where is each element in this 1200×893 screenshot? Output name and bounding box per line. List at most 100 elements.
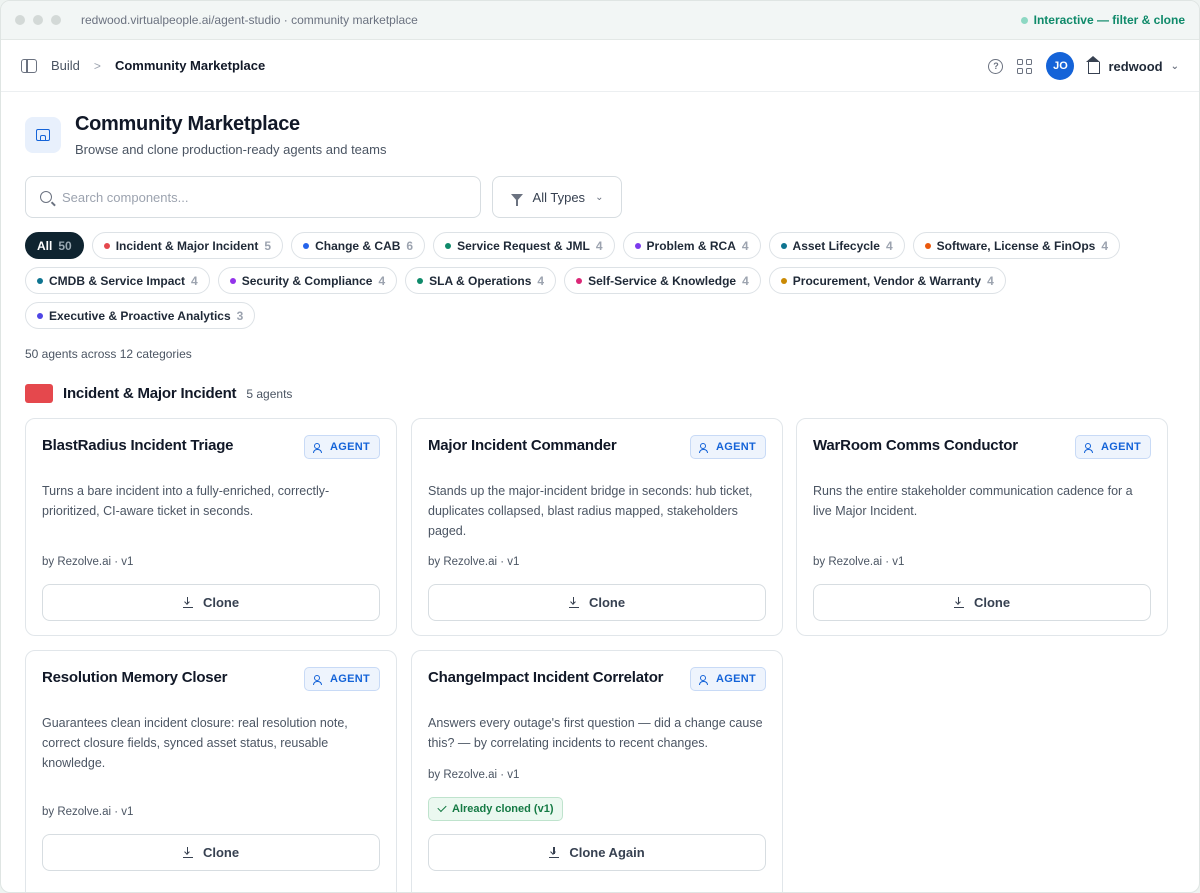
agent-badge: AGENT	[690, 435, 766, 459]
chip-label: Procurement, Vendor & Warranty	[792, 273, 982, 288]
chip-label: Incident & Major Incident	[115, 238, 259, 253]
window-controls	[15, 15, 61, 25]
category-dot-icon	[445, 242, 452, 249]
section-title: Incident & Major Incident	[63, 385, 237, 402]
chip-count: 4	[1101, 238, 1109, 253]
agent-badge: AGENT	[1075, 435, 1151, 459]
address-bar[interactable]: redwood.virtualpeople.ai/agent-studio · …	[81, 13, 418, 27]
clone-button[interactable]: Clone	[42, 834, 380, 871]
clone-button[interactable]: Clone	[428, 584, 766, 621]
chip-count: 4	[885, 238, 893, 253]
clone-again-button[interactable]: Clone Again	[428, 834, 766, 871]
chip-label: Software, License & FinOps	[936, 238, 1096, 253]
category-chip[interactable]: Executive & Proactive Analytics 3	[25, 302, 256, 329]
help-icon[interactable]: ?	[988, 58, 1004, 74]
category-chip[interactable]: Procurement, Vendor & Warranty 4	[768, 267, 1006, 294]
clone-button[interactable]: Clone	[42, 584, 380, 621]
results-summary: 50 agents across 12 categories	[25, 347, 192, 361]
card-title: Resolution Memory Closer	[42, 669, 228, 686]
filter-icon	[510, 193, 523, 206]
agent-badge: AGENT	[304, 435, 380, 459]
category-chips: All 50 Incident & Major Incident 5 Change & …	[25, 232, 1155, 329]
category-chip[interactable]: Self-Service & Knowledge 4	[564, 267, 761, 294]
maximize-window-dot[interactable]	[51, 15, 61, 25]
category-dot-icon	[576, 277, 583, 284]
category-dot-icon	[780, 242, 787, 249]
clone-button-label: Clone Again	[569, 845, 645, 860]
agent-card: Resolution Memory Closer AGENT Guarantee…	[25, 650, 397, 892]
card-description: Turns a bare incident into a fully-enric…	[42, 484, 330, 518]
chip-label: All	[37, 238, 53, 253]
page-subtitle: Browse and clone production-ready agents…	[75, 142, 387, 157]
category-chip[interactable]: Service Request & JML 4	[433, 232, 615, 259]
browser-chrome: redwood.virtualpeople.ai/agent-studio · …	[1, 1, 1199, 40]
card-title: Major Incident Commander	[428, 437, 617, 454]
page-title: Community Marketplace	[75, 113, 300, 135]
chip-count: 4	[987, 273, 994, 288]
category-chip[interactable]: Software, License & FinOps 4	[912, 232, 1121, 259]
card-title: BlastRadius Incident Triage	[42, 437, 234, 454]
category-dot-icon	[229, 277, 236, 284]
agent-card: Major Incident Commander AGENT Stands up…	[411, 418, 783, 636]
card-title: ChangeImpact Incident Correlator	[428, 669, 664, 686]
chip-count: 4	[378, 273, 386, 288]
category-chip[interactable]: CMDB & Service Impact 4	[25, 267, 210, 294]
minimize-window-dot[interactable]	[33, 15, 43, 25]
close-window-dot[interactable]	[15, 15, 25, 25]
chip-label: Service Request & JML	[457, 238, 590, 253]
category-dot-icon	[780, 277, 787, 284]
badge-label: AGENT	[1101, 441, 1141, 453]
card-description: Answers every outage's first question — …	[428, 716, 763, 750]
search-input[interactable]	[62, 189, 466, 205]
people-icon	[699, 674, 710, 685]
status-dot-icon	[1020, 16, 1028, 24]
category-chip[interactable]: Change & CAB 6	[291, 232, 426, 259]
browser-window: redwood.virtualpeople.ai/agent-studio · …	[0, 0, 1200, 893]
agent-card: WarRoom Comms Conductor AGENT Runs the e…	[796, 418, 1168, 636]
page-header: Community Marketplace Browse and clone p…	[25, 113, 386, 157]
chevron-down-icon: ⌄	[595, 191, 604, 203]
download-icon	[182, 597, 193, 608]
breadcrumb-separator-icon: >	[93, 58, 101, 73]
category-chip[interactable]: Problem & RCA 4	[622, 232, 761, 259]
card-description: Runs the entire stakeholder communicatio…	[813, 484, 1133, 518]
card-author: by Rezolve.ai · v1	[42, 556, 134, 568]
apps-grid-icon[interactable]	[1017, 58, 1033, 74]
chip-label: SLA & Operations	[429, 273, 532, 288]
category-chip[interactable]: Security & Compliance 4	[217, 267, 398, 294]
people-icon	[1084, 442, 1095, 453]
people-icon	[699, 442, 710, 453]
interactive-status: Interactive — filter & clone	[1020, 13, 1185, 27]
chip-label: Executive & Proactive Analytics	[49, 308, 231, 323]
download-icon	[953, 597, 964, 608]
type-filter-dropdown[interactable]: All Types ⌄	[492, 176, 622, 218]
type-filter-label: All Types	[532, 189, 586, 205]
card-description: Guarantees clean incident closure: real …	[42, 716, 348, 770]
category-chip[interactable]: Asset Lifecycle 4	[768, 232, 905, 259]
chip-label: CMDB & Service Impact	[49, 273, 186, 288]
badge-label: AGENT	[716, 673, 756, 685]
section-count: 5 agents	[246, 386, 293, 401]
agent-badge: AGENT	[304, 667, 380, 691]
avatar[interactable]: JO	[1046, 52, 1075, 80]
category-chip[interactable]: Incident & Major Incident 5	[91, 232, 284, 259]
org-switcher[interactable]: redwood ⌄	[1086, 55, 1179, 74]
people-icon	[313, 674, 324, 685]
breadcrumb-current: Community Marketplace	[114, 58, 266, 73]
chip-count: 4	[595, 238, 603, 253]
category-chip[interactable]: All 50	[25, 232, 84, 259]
category-dot-icon	[303, 242, 310, 249]
chip-count: 4	[191, 273, 198, 288]
breadcrumb-build[interactable]: Build	[51, 58, 80, 73]
category-chip[interactable]: SLA & Operations 4	[405, 267, 557, 294]
clone-button[interactable]: Clone	[813, 584, 1151, 621]
clone-button-label: Clone	[973, 595, 1011, 610]
download-icon	[182, 847, 193, 858]
chip-count: 6	[406, 238, 414, 253]
clone-button-label: Clone	[202, 845, 240, 860]
category-dot-icon	[634, 242, 641, 249]
chip-label: Security & Compliance	[241, 273, 373, 288]
search-box[interactable]	[25, 176, 481, 218]
chip-count: 5	[264, 238, 272, 253]
sidebar-toggle-icon[interactable]	[21, 58, 37, 73]
